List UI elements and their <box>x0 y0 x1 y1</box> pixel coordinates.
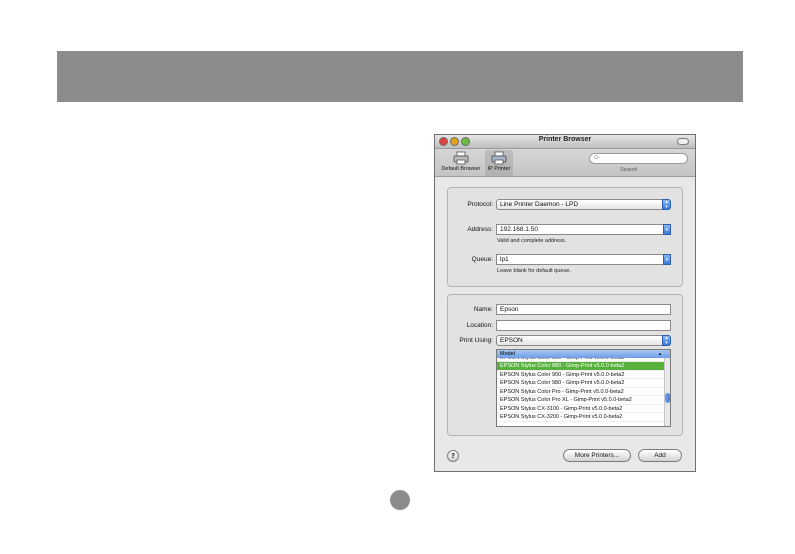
window-titlebar: Printer Browser <box>435 135 695 149</box>
queue-field[interactable]: lp1 ▼ <box>496 254 671 265</box>
toolbar-toggle-button[interactable] <box>677 138 689 145</box>
location-label: Location: <box>466 322 493 329</box>
list-item[interactable]: EPSON Stylus CX-3100 - Gimp-Print v5.0.0… <box>497 405 670 413</box>
search-input[interactable]: Q- <box>589 153 688 164</box>
list-item[interactable]: EPSON Stylus Color Pro - Gimp-Print v5.0… <box>497 388 670 396</box>
list-item[interactable]: EPSON Stylus Color Pro XL - Gimp-Print v… <box>497 396 670 405</box>
page-number-dot <box>390 490 410 510</box>
more-printers-button[interactable]: More Printers... <box>563 449 631 462</box>
list-item[interactable]: EPSON Stylus Color 980 - Gimp-Print v5.0… <box>497 379 670 388</box>
network-printer-icon <box>491 151 507 165</box>
address-hint: Valid and complete address. <box>497 238 566 244</box>
chevron-down-icon[interactable]: ▼ <box>663 254 671 265</box>
print-using-popup[interactable]: EPSON ▲ ▼ <box>496 335 671 346</box>
address-label: Address: <box>467 226 493 233</box>
queue-hint: Leave blank for default queue. <box>497 268 572 274</box>
popup-arrows-icon: ▲ ▼ <box>662 199 671 210</box>
ip-printer-label: IP Printer <box>487 166 511 172</box>
protocol-popup[interactable]: Line Printer Daemon - LPD ▲ ▼ <box>496 199 671 210</box>
chevron-down-icon[interactable]: ▼ <box>663 224 671 235</box>
search-label: Search <box>620 167 638 173</box>
help-button[interactable]: ? <box>447 450 459 462</box>
popup-arrows-icon: ▲ ▼ <box>662 335 671 346</box>
model-column-header[interactable]: Model ▲ <box>497 350 670 358</box>
address-field[interactable]: 192.168.1.50 ▼ <box>496 224 671 235</box>
list-item[interactable]: EPSON Stylus CX-3200 - Gimp-Print v5.0.0… <box>497 413 670 422</box>
address-value: 192.168.1.50 <box>500 226 538 233</box>
window-title: Printer Browser <box>538 136 592 143</box>
model-list[interactable]: Model ▲ EPSON Stylus Color 880 - Gimp-Pr… <box>496 349 671 427</box>
ip-printer-tab[interactable]: IP Printer <box>485 150 513 176</box>
location-field[interactable] <box>496 320 671 331</box>
sort-ascending-icon: ▲ <box>658 351 662 356</box>
model-header-label: Model <box>500 351 515 357</box>
scrollbar-thumb[interactable] <box>665 393 670 403</box>
print-using-value: EPSON <box>500 337 523 344</box>
model-list-scrollbar[interactable] <box>664 358 670 426</box>
printer-icon <box>453 151 469 165</box>
default-browser-tab[interactable]: Default Browser <box>438 150 484 176</box>
list-item[interactable]: EPSON Stylus Color 900 - Gimp-Print v5.0… <box>497 371 670 379</box>
queue-label: Queue: <box>471 256 493 263</box>
printer-browser-window: Printer Browser Default Browser IP Print… <box>434 134 696 472</box>
name-field[interactable]: Epson <box>496 304 671 315</box>
protocol-label: Protocol: <box>467 201 493 208</box>
print-using-label: Print Using: <box>459 337 493 344</box>
page-header-band <box>57 51 743 102</box>
queue-value: lp1 <box>500 256 509 263</box>
default-browser-label: Default Browser <box>441 166 481 172</box>
list-item-selected[interactable]: EPSON Stylus Color 880 - Gimp-Print v5.0… <box>497 362 670 371</box>
add-button[interactable]: Add <box>638 449 682 462</box>
protocol-value: Line Printer Daemon - LPD <box>500 201 579 208</box>
toolbar: Default Browser IP Printer Q- Search <box>435 149 695 177</box>
name-label: Name: <box>473 306 493 313</box>
